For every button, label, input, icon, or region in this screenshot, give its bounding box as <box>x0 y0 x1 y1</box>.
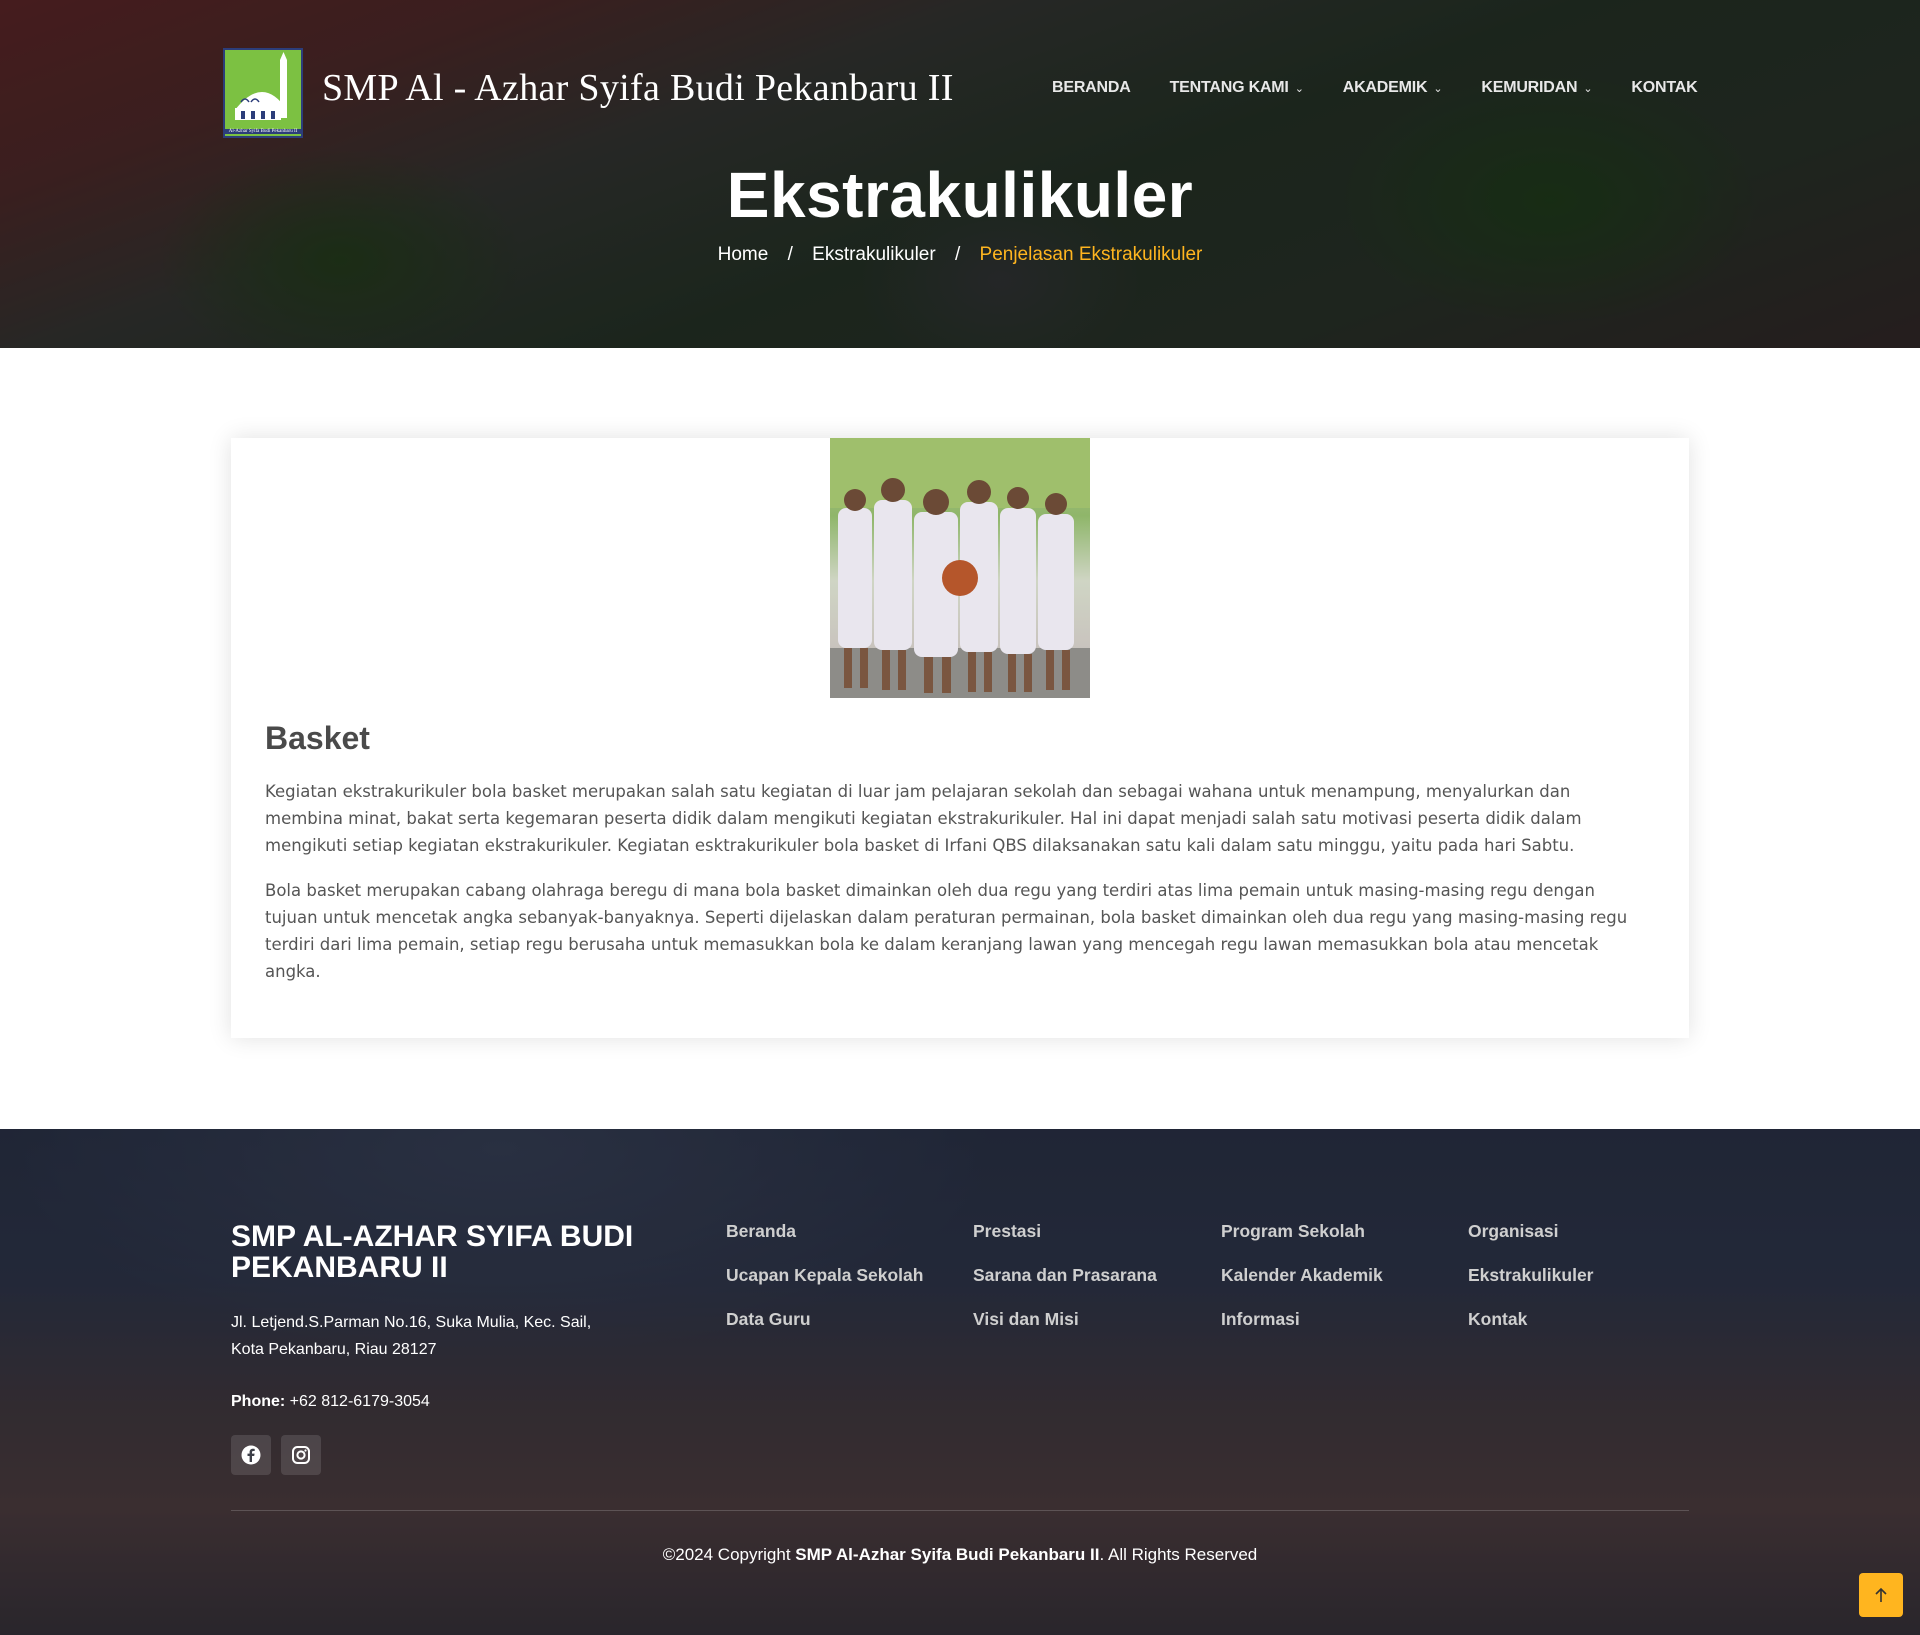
copyright-owner: SMP Al-Azhar Syifa Budi Pekanbaru II <box>795 1545 1100 1564</box>
footer-link-ekstrakulikuler[interactable]: Ekstrakulikuler <box>1468 1265 1593 1286</box>
school-logo[interactable]: Al-Azhar Syifa Budi Pekanbaru II <box>223 48 303 138</box>
footer-link-data-guru[interactable]: Data Guru <box>726 1309 811 1330</box>
breadcrumb-separator: / <box>954 244 961 265</box>
address-line: Jl. Letjend.S.Parman No.16, Suka Mulia, … <box>231 1314 592 1331</box>
back-to-top-button[interactable] <box>1859 1573 1903 1617</box>
footer-link-organisasi[interactable]: Organisasi <box>1468 1221 1558 1242</box>
page-title: Ekstrakulikuler <box>726 159 1194 231</box>
nav-item-label: KEMURIDAN <box>1481 79 1578 96</box>
nav-item-label: KONTAK <box>1631 79 1698 96</box>
phone-label: Phone: <box>231 1393 286 1410</box>
address-line: Kota Pekanbaru, Riau 28127 <box>231 1341 437 1358</box>
article-body: Kegiatan ekstrakurikuler bola basket mer… <box>265 778 1645 1003</box>
nav-item-label: AKADEMIK <box>1342 79 1428 96</box>
footer-link-beranda[interactable]: Beranda <box>726 1221 796 1242</box>
article-card: Basket Kegiatan ekstrakurikuler bola bas… <box>231 438 1689 1038</box>
article-paragraph: Bola basket merupakan cabang olahraga be… <box>265 881 1628 981</box>
facebook-icon <box>241 1445 261 1465</box>
nav-item-kontak[interactable]: KONTAK <box>1631 79 1697 97</box>
nav-item-tentang-kami[interactable]: TENTANG KAMI ⌄ <box>1170 79 1304 97</box>
nav-item-label: TENTANG KAMI <box>1169 79 1289 96</box>
mosque-icon <box>235 52 287 120</box>
breadcrumb-home[interactable]: Home <box>718 244 769 265</box>
breadcrumb-separator: / <box>787 244 793 265</box>
breadcrumb: Home / Ekstrakulikuler / Penjelasan Ekst… <box>0 244 1920 266</box>
footer-link-program-sekolah[interactable]: Program Sekolah <box>1221 1221 1365 1242</box>
arrow-up-icon <box>1875 1587 1887 1602</box>
logo-caption: Al-Azhar Syifa Budi Pekanbaru II <box>225 129 301 134</box>
footer-address: Jl. Letjend.S.Parman No.16, Suka Mulia, … <box>231 1309 651 1363</box>
chevron-down-icon: ⌄ <box>1433 82 1443 95</box>
footer-divider <box>231 1510 1689 1511</box>
footer-link-visi-misi[interactable]: Visi dan Misi <box>973 1309 1079 1330</box>
breadcrumb-current: Penjelasan Ekstrakulikuler <box>979 244 1203 265</box>
instagram-icon <box>292 1446 310 1464</box>
footer-school-name: SMP AL-AZHAR SYIFA BUDI PEKANBARU II <box>231 1220 634 1284</box>
nav-item-label: BERANDA <box>1052 79 1131 96</box>
footer-link-sarana-prasarana[interactable]: Sarana dan Prasarana <box>973 1265 1157 1286</box>
chevron-down-icon: ⌄ <box>1583 82 1593 95</box>
footer-link-informasi[interactable]: Informasi <box>1221 1309 1300 1330</box>
footer-link-kontak[interactable]: Kontak <box>1468 1309 1527 1330</box>
copyright-prefix: ©2024 Copyright <box>662 1545 791 1564</box>
copyright-suffix: . All Rights Reserved <box>1099 1545 1258 1564</box>
breadcrumb-ekstrakulikuler[interactable]: Ekstrakulikuler <box>812 244 936 265</box>
main-nav: BERANDA TENTANG KAMI ⌄ AKADEMIK ⌄ KEMURI… <box>1052 79 1698 97</box>
phone-number[interactable]: +62 812-6179-3054 <box>290 1393 430 1410</box>
site-footer: SMP AL-AZHAR SYIFA BUDI PEKANBARU II Jl.… <box>0 1129 1920 1635</box>
hero-banner: Al-Azhar Syifa Budi Pekanbaru II SMP Al … <box>0 0 1920 348</box>
site-title[interactable]: SMP Al - Azhar Syifa Budi Pekanbaru II <box>322 66 954 110</box>
basketball-team-photo <box>830 438 1090 698</box>
footer-phone: Phone: +62 812-6179-3054 <box>231 1393 430 1411</box>
footer-link-ucapan-kepala-sekolah[interactable]: Ucapan Kepala Sekolah <box>726 1265 923 1286</box>
article-paragraph: Kegiatan ekstrakurikuler bola basket mer… <box>265 782 1582 855</box>
facebook-link[interactable] <box>231 1435 271 1475</box>
instagram-link[interactable] <box>281 1435 321 1475</box>
nav-item-beranda[interactable]: BERANDA <box>1052 79 1131 97</box>
nav-item-akademik[interactable]: AKADEMIK ⌄ <box>1343 79 1443 97</box>
footer-link-kalender-akademik[interactable]: Kalender Akademik <box>1221 1265 1383 1286</box>
nav-item-kemuridan[interactable]: KEMURIDAN ⌄ <box>1481 79 1592 97</box>
article-title: Basket <box>265 720 370 756</box>
copyright-text: ©2024 Copyright SMP Al-Azhar Syifa Budi … <box>0 1545 1920 1565</box>
chevron-down-icon: ⌄ <box>1294 82 1304 95</box>
footer-link-prestasi[interactable]: Prestasi <box>973 1221 1041 1242</box>
